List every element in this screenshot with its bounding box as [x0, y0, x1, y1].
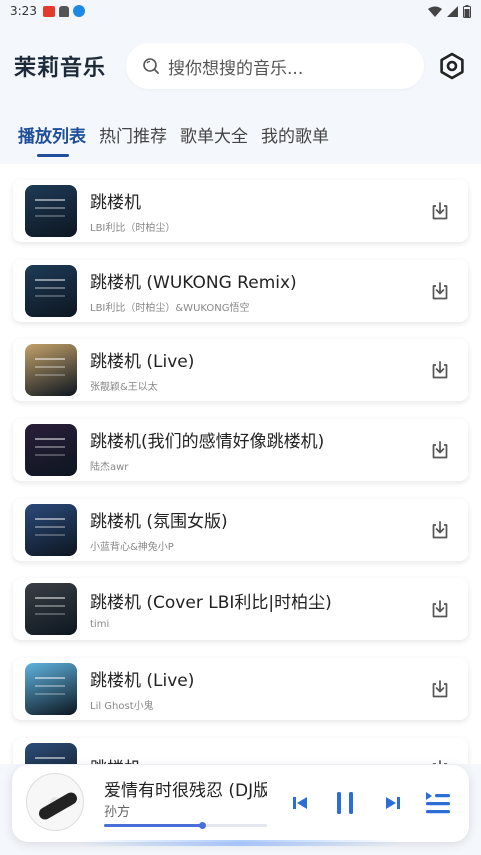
song-list-item[interactable]: 跳楼机 (Live) 张靓颖&王以太 — [13, 339, 468, 401]
song-artist: LBI利比（时柏尘） — [90, 223, 176, 234]
album-cover — [25, 265, 77, 317]
song-list-item[interactable]: 跳楼机 (WUKONG Remix) LBI利比（时柏尘）&WUKONG悟空 — [13, 260, 468, 322]
song-artist: Lil Ghost小鬼 — [90, 701, 154, 712]
now-playing-cover[interactable] — [26, 773, 84, 831]
notification-android-icon — [58, 5, 69, 17]
mini-player[interactable]: 爱情有时很残忍 (DJ版) 孙方 — [12, 765, 469, 842]
download-button[interactable] — [427, 278, 453, 304]
album-cover — [25, 663, 77, 715]
download-button[interactable] — [427, 198, 453, 224]
search-input[interactable]: 搜你想搜的音乐... — [126, 43, 425, 89]
download-button[interactable] — [427, 676, 453, 702]
song-list-item[interactable]: 跳楼机 (Cover LBI利比|时柏尘) timi — [13, 578, 468, 640]
song-list-item[interactable]: 跳楼机 — [13, 738, 468, 764]
download-icon — [432, 760, 448, 764]
skip-previous-icon — [293, 797, 307, 809]
previous-button[interactable] — [286, 789, 314, 817]
tab-playlist[interactable]: 播放列表 — [18, 122, 86, 157]
download-button[interactable] — [427, 517, 453, 543]
search-placeholder: 搜你想搜的音乐... — [168, 58, 304, 79]
now-playing-title: 爱情有时很残忍 (DJ版) — [104, 781, 267, 801]
app-header: 茉莉音乐 搜你想搜的音乐... — [0, 22, 481, 110]
tab-hot-recommend[interactable]: 热门推荐 — [99, 122, 167, 157]
status-bar: 3:23 — [0, 0, 481, 22]
bottom-glow — [80, 840, 401, 846]
song-title: 跳楼机(我们的感情好像跳楼机) — [90, 432, 325, 452]
song-title: 跳楼机 (氛围女版) — [90, 512, 228, 532]
app-title: 茉莉音乐 — [14, 56, 107, 81]
album-cover — [25, 583, 77, 635]
song-artist: 张靓颖&王以太 — [90, 382, 158, 393]
playback-progress-fill — [104, 824, 202, 827]
wifi-icon — [428, 6, 442, 17]
skip-next-icon — [386, 797, 400, 809]
battery-icon — [463, 4, 471, 18]
notification-app-icon — [42, 5, 55, 17]
song-artist: LBI利比（时柏尘）&WUKONG悟空 — [90, 303, 250, 314]
song-list-item[interactable]: 跳楼机 LBI利比（时柏尘） — [13, 180, 468, 242]
song-title: 跳楼机 (Live) — [90, 352, 195, 372]
status-time: 3:23 — [10, 4, 37, 18]
song-title: 跳楼机 (Cover LBI利比|时柏尘) — [90, 593, 332, 613]
song-title: 跳楼机 (Live) — [90, 671, 195, 691]
song-list-item[interactable]: 跳楼机 (Live) Lil Ghost小鬼 — [13, 658, 468, 720]
download-icon — [432, 441, 448, 459]
download-icon — [432, 361, 448, 379]
pause-button[interactable] — [332, 789, 360, 817]
song-title: 跳楼机 — [90, 754, 427, 765]
album-cover — [25, 344, 77, 396]
download-icon — [432, 521, 448, 539]
download-icon — [432, 202, 448, 220]
album-cover — [25, 743, 77, 764]
album-cover — [25, 185, 77, 237]
song-list: 跳楼机 LBI利比（时柏尘） 跳楼机 (WUKONG Remix) LBI利比（… — [0, 164, 481, 764]
song-artist: 小蓝背心&神兔小P — [90, 542, 174, 553]
search-icon — [143, 58, 159, 74]
album-cover — [25, 504, 77, 556]
playlist-button[interactable] — [424, 789, 452, 817]
download-button[interactable] — [427, 437, 453, 463]
tab-playlists-all[interactable]: 歌单大全 — [180, 122, 248, 157]
settings-hexagon-icon — [440, 52, 464, 80]
song-list-item[interactable]: 跳楼机 (氛围女版) 小蓝背心&神兔小P — [13, 499, 468, 561]
download-button[interactable] — [427, 596, 453, 622]
album-cover — [25, 424, 77, 476]
notification-download-icon — [72, 5, 85, 17]
download-button[interactable] — [427, 756, 453, 764]
song-title: 跳楼机 — [90, 193, 141, 213]
signal-icon — [447, 5, 458, 17]
now-playing-artist: 孙方 — [104, 805, 131, 820]
playback-progress-bar[interactable] — [104, 822, 267, 829]
song-artist: 陆杰awr — [90, 462, 129, 473]
playlist-icon — [426, 792, 450, 814]
playback-progress-knob[interactable] — [198, 822, 206, 829]
download-icon — [432, 680, 448, 698]
next-button[interactable] — [379, 789, 407, 817]
settings-button[interactable] — [437, 51, 467, 81]
download-button[interactable] — [427, 357, 453, 383]
tab-my-playlists[interactable]: 我的歌单 — [261, 122, 329, 157]
pause-icon — [337, 792, 353, 814]
tab-bar: 播放列表 热门推荐 歌单大全 我的歌单 — [0, 110, 481, 164]
download-icon — [432, 600, 448, 618]
song-list-item[interactable]: 跳楼机(我们的感情好像跳楼机) 陆杰awr — [13, 419, 468, 481]
song-title: 跳楼机 (WUKONG Remix) — [90, 273, 297, 293]
song-artist: timi — [90, 619, 110, 630]
download-icon — [432, 282, 448, 300]
status-right — [428, 4, 471, 18]
